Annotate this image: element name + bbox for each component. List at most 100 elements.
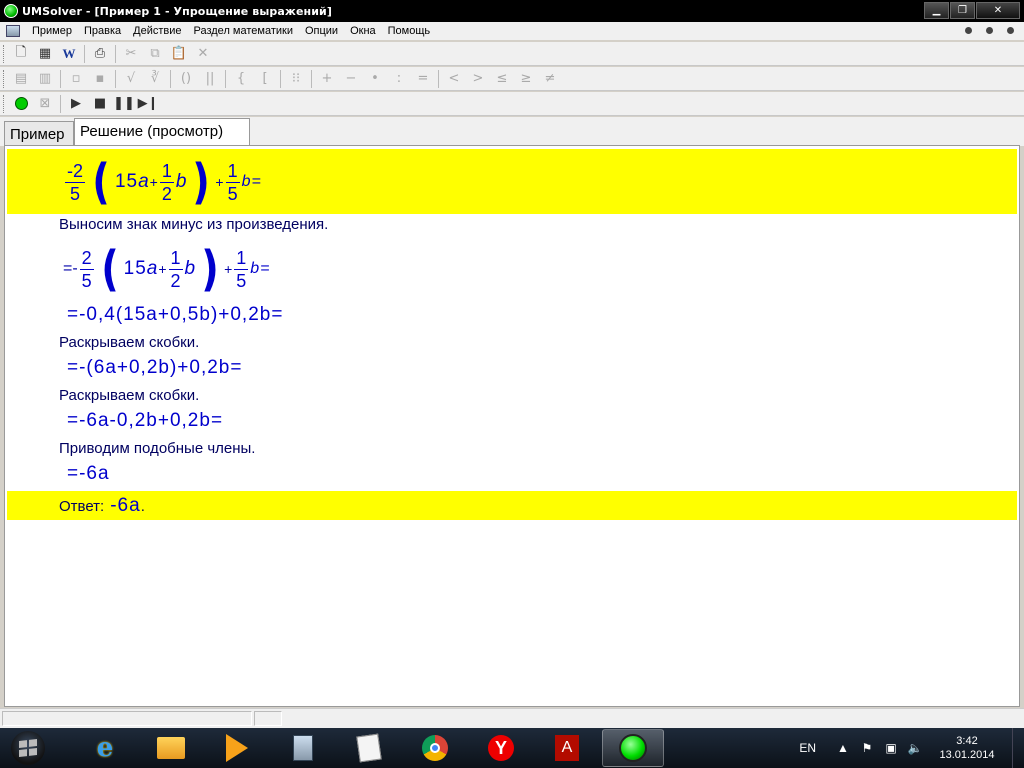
menu-primer[interactable]: Пример <box>26 25 78 37</box>
expression-text: =-6a <box>67 463 110 484</box>
numerator: 1 <box>170 247 181 268</box>
fraction-alt-icon[interactable]: ▥ <box>35 70 55 88</box>
close-paren: ) <box>192 154 211 210</box>
stop-icon[interactable]: ■ <box>90 95 110 113</box>
coefficient: 15 <box>123 258 147 279</box>
fraction-icon[interactable]: ▤ <box>11 70 31 88</box>
subscript-icon[interactable]: ▪ <box>90 70 110 88</box>
parentheses-icon[interactable]: () <box>176 70 196 88</box>
clock[interactable]: 3:42 13.01.2014 <box>932 734 1002 762</box>
separator <box>60 94 61 113</box>
volume-icon[interactable]: 🔈 <box>908 741 923 755</box>
print-preview-icon[interactable]: ⎙ <box>90 45 110 63</box>
less-than-icon[interactable]: < <box>444 70 464 88</box>
minus-icon[interactable]: − <box>341 70 361 88</box>
greater-equal-icon[interactable]: ≥ <box>516 70 536 88</box>
mdi-close-button[interactable] <box>1007 27 1014 34</box>
copy-icon[interactable]: ⧉ <box>145 45 165 63</box>
yandex-browser-icon[interactable]: Y <box>470 729 532 767</box>
coefficient: 15 <box>114 171 139 192</box>
acrobat-reader-icon[interactable]: A <box>536 729 598 767</box>
menu-pravka[interactable]: Правка <box>78 25 127 37</box>
calculator-app-icon[interactable] <box>272 729 334 767</box>
clock-date: 13.01.2014 <box>939 749 995 761</box>
mdi-restore-button[interactable] <box>986 27 993 34</box>
show-hidden-icons-icon[interactable]: ▲ <box>836 741 850 755</box>
play-icon[interactable]: ▶ <box>66 95 86 113</box>
pause-icon[interactable]: ❚❚ <box>113 95 135 113</box>
umsolver-taskbar-icon[interactable] <box>602 729 664 767</box>
step-description: Раскрываем скобки. <box>59 387 200 404</box>
word-export-icon[interactable]: W <box>59 45 79 63</box>
toolbar-grip[interactable] <box>3 44 6 63</box>
paste-icon[interactable]: 📋 <box>169 45 189 63</box>
toolbar-run: ⊠ ▶ ■ ❚❚ ▶❙ <box>0 92 1024 116</box>
new-file-icon[interactable]: 🗋 <box>11 45 31 63</box>
step-icon[interactable]: ▶❙ <box>138 95 159 113</box>
file-explorer-icon[interactable] <box>140 729 202 767</box>
cut-icon[interactable]: ✂ <box>121 45 141 63</box>
taskbar: e Y A EN ▲ ⚑ ▣ 🔈 3:42 13.01.2014 <box>0 728 1024 768</box>
plus-sign: + <box>215 174 224 190</box>
answer-period: . <box>140 498 145 515</box>
toolbar-file: 🗋 ▦ W ⎙ ✂ ⧉ 📋 ✕ <box>0 42 1024 66</box>
plus-icon[interactable]: + <box>317 70 337 88</box>
status-panel <box>254 711 282 726</box>
tab-solution-view[interactable]: Решение (просмотр) <box>74 118 250 146</box>
start-button[interactable] <box>0 728 56 768</box>
numerator: 1 <box>227 160 238 181</box>
action-center-flag-icon[interactable]: ⚑ <box>860 741 874 755</box>
root-icon[interactable]: √ <box>121 70 141 88</box>
toolbar-grip[interactable] <box>3 94 6 113</box>
menu-okna[interactable]: Окна <box>344 25 382 37</box>
equals-tail: b= <box>241 173 262 190</box>
solve-icon[interactable] <box>11 95 31 113</box>
menu-bar: Пример Правка Действие Раздел математики… <box>0 22 1024 41</box>
equals-icon[interactable]: = <box>413 70 433 88</box>
mdi-controls <box>965 27 1014 34</box>
root-n-icon[interactable]: ∛ <box>145 70 165 88</box>
brace-icon[interactable]: { <box>231 70 251 88</box>
toolbar-grip[interactable] <box>3 69 6 88</box>
step3-expression: =-(6a+0,2b)+0,2b= <box>67 356 242 380</box>
calculator-icon[interactable]: ▦ <box>35 45 55 63</box>
menu-razdel[interactable]: Раздел математики <box>188 25 299 37</box>
divide-icon[interactable]: : <box>389 70 409 88</box>
denominator: 2 <box>161 183 172 204</box>
network-icon[interactable]: ▣ <box>884 741 898 755</box>
bracket-icon[interactable]: [ <box>255 70 275 88</box>
less-equal-icon[interactable]: ≤ <box>492 70 512 88</box>
chrome-icon[interactable] <box>404 729 466 767</box>
answer-highlight <box>7 491 1017 520</box>
expression-text: =-0,4(15a+0,5b)+0,2b= <box>67 304 284 325</box>
tab-primer[interactable]: Пример <box>4 121 74 146</box>
media-player-icon[interactable] <box>206 729 268 767</box>
step4-expression: =-6a-0,2b+0,2b= <box>67 409 223 433</box>
abs-icon[interactable]: || <box>200 70 220 88</box>
close-button[interactable]: ✕ <box>976 2 1020 19</box>
internet-explorer-icon[interactable]: e <box>74 729 136 767</box>
menu-pomosh[interactable]: Помощь <box>382 25 437 37</box>
title-bar[interactable]: UMSolver - [Пример 1 - Упрощение выражен… <box>0 0 1024 22</box>
fraction: 1 2 <box>159 160 174 205</box>
menu-deistvie[interactable]: Действие <box>127 25 187 37</box>
multiply-icon[interactable]: • <box>365 70 385 88</box>
mdi-minimize-button[interactable] <box>965 27 972 34</box>
not-equal-icon[interactable]: ≠ <box>540 70 560 88</box>
language-indicator[interactable]: EN <box>799 741 816 755</box>
minimize-button[interactable]: ▁ <box>924 2 949 19</box>
fraction: 2 5 <box>79 247 94 292</box>
menu-opcii[interactable]: Опции <box>299 25 344 37</box>
superscript-icon[interactable]: ▫ <box>66 70 86 88</box>
status-bar <box>0 708 1024 728</box>
delete-icon[interactable]: ✕ <box>193 45 213 63</box>
solution-view[interactable]: -2 5 ( 15 a + 1 2 b ) + 1 5 b= Выносим зна… <box>4 145 1020 707</box>
app-icon <box>4 4 18 18</box>
document-icon[interactable] <box>6 25 20 37</box>
matrix-icon[interactable]: ⁝⁝ <box>286 70 306 88</box>
greater-than-icon[interactable]: > <box>468 70 488 88</box>
excel-icon[interactable]: ⊠ <box>35 95 55 113</box>
restore-button[interactable]: ❐ <box>950 2 975 19</box>
notepad-icon[interactable] <box>338 729 400 767</box>
show-desktop-button[interactable] <box>1012 728 1024 768</box>
